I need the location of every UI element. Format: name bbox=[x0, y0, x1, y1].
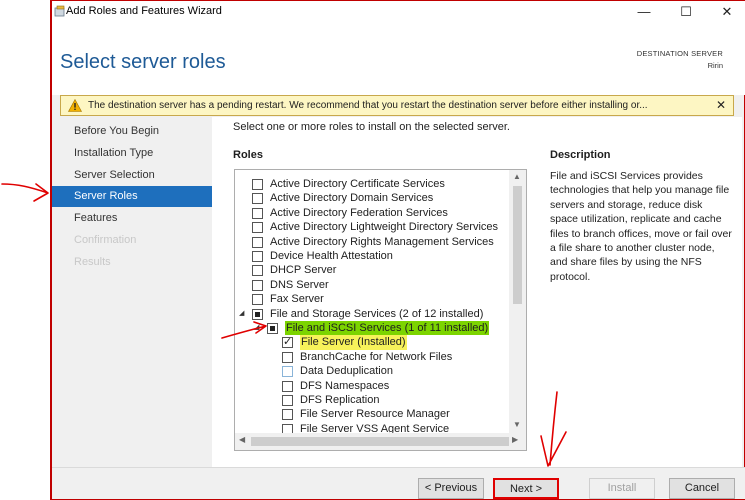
step-features[interactable]: Features bbox=[52, 208, 212, 229]
step-results: Results bbox=[74, 256, 111, 268]
role-label: Device Health Attestation bbox=[270, 250, 393, 262]
role-description: File and iSCSI Services provides technol… bbox=[550, 170, 732, 283]
role-checkbox[interactable] bbox=[252, 236, 263, 248]
role-label: DHCP Server bbox=[270, 264, 337, 277]
install-button: Install bbox=[589, 478, 655, 499]
description-heading: Description bbox=[550, 149, 611, 161]
role-checkbox[interactable] bbox=[282, 335, 293, 350]
role-label: Active Directory Rights Management Servi… bbox=[270, 235, 494, 248]
role-label: Active Directory Lightweight Directory S… bbox=[270, 221, 499, 234]
scroll-right-icon[interactable]: ▶ bbox=[512, 435, 518, 444]
role-label: DFS Replication bbox=[300, 394, 380, 406]
role-label: Data Deduplication bbox=[300, 365, 393, 378]
role-checkbox[interactable] bbox=[282, 380, 293, 392]
collapse-icon[interactable]: ◢ bbox=[254, 321, 259, 335]
scroll-down-icon[interactable]: ▼ bbox=[513, 420, 521, 429]
step-server-roles[interactable]: Server Roles bbox=[52, 186, 212, 207]
role-checkbox[interactable] bbox=[252, 294, 263, 306]
role-label: File Server (Installed) bbox=[300, 335, 407, 350]
horizontal-scroll-thumb[interactable] bbox=[251, 437, 509, 446]
scroll-left-icon[interactable]: ◀ bbox=[239, 435, 245, 444]
role-label: DFS Namespaces bbox=[300, 379, 390, 392]
wizard-steps-nav: Before You Begin Installation Type Serve… bbox=[52, 117, 212, 467]
roles-heading: Roles bbox=[233, 149, 263, 161]
role-label: File Server Resource Manager bbox=[300, 408, 450, 421]
role-label: BranchCache for Network Files bbox=[300, 350, 453, 363]
role-checkbox[interactable] bbox=[252, 279, 263, 291]
maximize-button[interactable]: ☐ bbox=[669, 3, 703, 21]
role-checkbox[interactable] bbox=[282, 366, 293, 378]
role-checkbox[interactable] bbox=[282, 395, 293, 406]
step-server-selection[interactable]: Server Selection bbox=[52, 165, 212, 186]
scroll-up-icon[interactable]: ▲ bbox=[513, 172, 521, 181]
step-confirmation: Confirmation bbox=[74, 234, 137, 246]
wizard-header: Select server roles DESTINATION SERVER R… bbox=[52, 23, 745, 95]
role-checkbox[interactable] bbox=[267, 323, 278, 334]
left-margin bbox=[0, 0, 50, 500]
step-before-you-begin[interactable]: Before You Begin bbox=[52, 121, 212, 142]
roles-list[interactable]: Active Directory Certificate Services Ac… bbox=[234, 169, 527, 451]
role-label: Fax Server bbox=[270, 293, 324, 306]
role-label: File and Storage Services (2 of 12 insta… bbox=[270, 307, 484, 320]
role-label: Active Directory Federation Services bbox=[270, 206, 448, 219]
role-label: File and iSCSI Services (1 of 11 install… bbox=[285, 321, 490, 336]
vertical-scroll-thumb[interactable] bbox=[513, 186, 522, 304]
role-checkbox[interactable] bbox=[252, 193, 263, 205]
wizard-content: Select one or more roles to install on t… bbox=[212, 117, 742, 467]
dismiss-warning-button[interactable]: ✕ bbox=[716, 98, 726, 112]
next-button[interactable]: Next > bbox=[493, 478, 559, 499]
collapse-icon[interactable]: ◢ bbox=[239, 307, 244, 321]
previous-button[interactable]: < Previous bbox=[418, 478, 484, 499]
roles-vertical-scrollbar[interactable]: ▲ ▼ bbox=[509, 170, 526, 434]
roles-horizontal-scrollbar[interactable]: ◀ ▶ bbox=[235, 433, 526, 450]
wizard-footer: < Previous Next > Install Cancel bbox=[52, 467, 745, 499]
role-checkbox[interactable] bbox=[252, 207, 263, 219]
warning-icon bbox=[67, 98, 83, 112]
destination-server-name: Ririn bbox=[707, 61, 723, 70]
pending-restart-banner: The destination server has a pending res… bbox=[60, 95, 734, 116]
wizard-window: Add Roles and Features Wizard — ☐ ✕ Sele… bbox=[50, 0, 745, 500]
role-checkbox[interactable] bbox=[282, 409, 293, 421]
warning-text: The destination server has a pending res… bbox=[88, 100, 648, 111]
instruction-text: Select one or more roles to install on t… bbox=[233, 121, 510, 133]
role-checkbox[interactable] bbox=[282, 351, 293, 363]
role-checkbox[interactable] bbox=[252, 251, 263, 262]
role-label: Active Directory Domain Services bbox=[270, 192, 434, 205]
title-bar[interactable]: Add Roles and Features Wizard — ☐ ✕ bbox=[52, 1, 745, 23]
close-button[interactable]: ✕ bbox=[710, 3, 744, 21]
role-label: DNS Server bbox=[270, 278, 329, 291]
step-installation-type[interactable]: Installation Type bbox=[52, 143, 212, 164]
destination-server-label: DESTINATION SERVER bbox=[636, 49, 723, 58]
window-title: Add Roles and Features Wizard bbox=[66, 5, 222, 17]
role-checkbox[interactable] bbox=[252, 308, 263, 320]
role-checkbox[interactable] bbox=[252, 179, 263, 190]
page-title: Select server roles bbox=[60, 51, 226, 73]
role-checkbox[interactable] bbox=[252, 222, 263, 234]
minimize-button[interactable]: — bbox=[627, 3, 661, 21]
role-checkbox[interactable] bbox=[252, 265, 263, 277]
role-label: Active Directory Certificate Services bbox=[270, 178, 445, 190]
cancel-button[interactable]: Cancel bbox=[669, 478, 735, 499]
